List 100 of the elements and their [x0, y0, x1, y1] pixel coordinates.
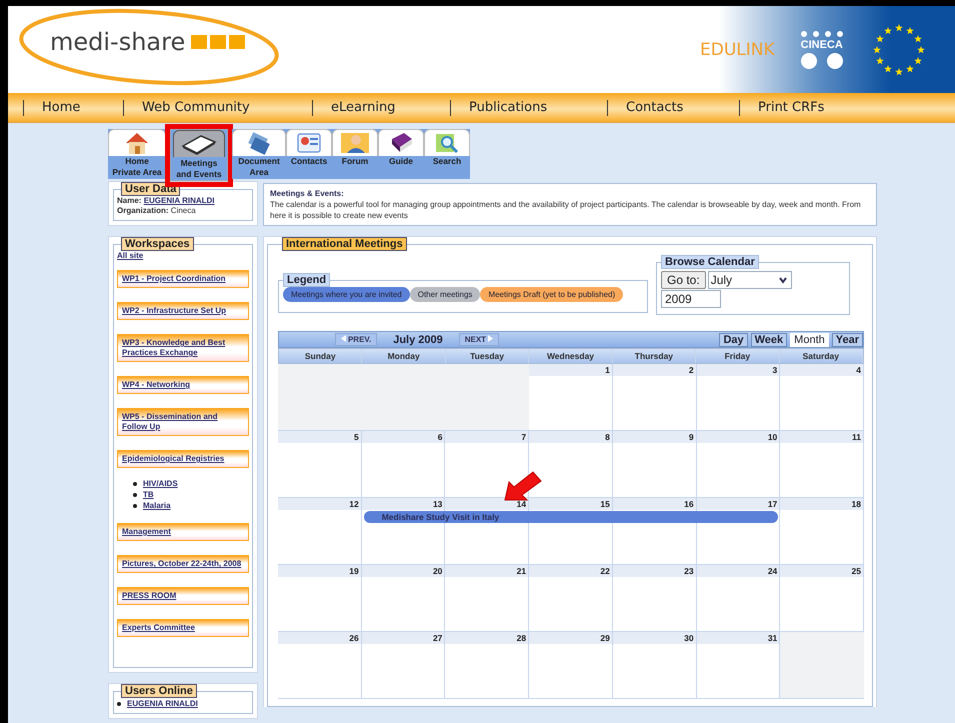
field-value: Cineca [170, 206, 196, 215]
section-title: Meetings & Events: [270, 188, 345, 199]
panel-title: Workspaces [121, 237, 194, 251]
day-number[interactable]: 14 [445, 498, 528, 510]
day-number[interactable]: 30 [612, 632, 696, 644]
workspace-sublink[interactable]: TB [143, 489, 154, 500]
weekday-header: Wednesday [529, 349, 613, 363]
nav-link[interactable]: Web Community [123, 100, 312, 116]
user-name-link[interactable]: EUGENIA RINALDI [144, 196, 215, 205]
day-number[interactable]: 19 [278, 565, 361, 577]
cineca-logo: CINECA [800, 30, 843, 68]
legend-pill: Meetings Draft (yet to be published) [480, 287, 624, 302]
day-number[interactable]: 7 [445, 431, 528, 443]
workspace-link[interactable]: PRESS ROOM [117, 587, 249, 605]
day-number[interactable]: 31 [696, 632, 780, 644]
panel-title: Users Online [121, 684, 197, 698]
bullet-icon [133, 492, 137, 496]
day-number[interactable]: 28 [445, 632, 528, 644]
day-number[interactable]: 13 [362, 498, 444, 510]
house-icon [124, 131, 150, 155]
day-number[interactable]: 11 [780, 431, 863, 443]
workspace-link[interactable]: Management [117, 523, 249, 541]
weekday-header: Thursday [612, 349, 696, 363]
arrow-icon [503, 470, 543, 502]
workspace-link[interactable]: WP4 - Networking [117, 376, 249, 394]
edulink-logo: EDULINK [700, 40, 775, 60]
right-triangle-icon [488, 335, 494, 342]
all-site-link[interactable]: All site [117, 251, 249, 260]
magnifier-icon [434, 131, 460, 155]
day-number[interactable]: 25 [780, 565, 863, 577]
workspace-sublink[interactable]: Malaria [143, 500, 171, 511]
nav-link[interactable]: Home [23, 100, 123, 116]
nav-link[interactable]: Publications [450, 100, 607, 116]
workspace-link[interactable]: Experts Committee [117, 619, 249, 637]
squares-icon [191, 35, 246, 49]
toolbar-tab[interactable]: Meetings and Events [170, 129, 228, 181]
bullet-icon [117, 702, 121, 706]
next-button[interactable]: NEXT [459, 333, 499, 346]
day-number[interactable]: 17 [696, 498, 780, 510]
contact-card-icon [297, 132, 321, 154]
nav-link[interactable]: Contacts [607, 100, 739, 116]
weekday-header: Saturday [780, 349, 863, 363]
view-tab[interactable]: Week [750, 332, 788, 346]
day-number[interactable]: 23 [612, 565, 696, 577]
day-number[interactable]: 22 [529, 565, 612, 577]
view-tab[interactable]: Month [790, 332, 829, 346]
field-label: Organization: [117, 206, 169, 215]
day-number[interactable]: 27 [362, 632, 444, 644]
logo-text: medi-share [50, 28, 186, 56]
browse-title: Browse Calendar [661, 255, 759, 269]
view-tab[interactable]: Day [719, 332, 748, 346]
person-icon [340, 131, 370, 155]
day-number[interactable]: 29 [529, 632, 612, 644]
day-number[interactable]: 24 [696, 565, 780, 577]
month-select[interactable]: July [708, 271, 792, 289]
day-number[interactable]: 6 [362, 431, 444, 443]
panel-title: International Meetings [282, 237, 407, 251]
workspace-link[interactable]: WP3 - Knowledge and Best Practices Exchange [117, 334, 249, 362]
workspace-link[interactable]: WP1 - Project Coordination [117, 270, 249, 288]
workspace-link[interactable]: WP5 - Dissemination and Follow Up [117, 408, 249, 436]
bullet-icon [133, 504, 137, 508]
day-number[interactable]: 8 [529, 431, 612, 443]
toolbar-tab[interactable]: Document Area [232, 129, 286, 179]
workspace-link[interactable]: Pictures, October 22-24th, 2008 [117, 555, 249, 573]
legend-pill: Meetings where you are invited [283, 287, 410, 302]
day-number[interactable]: 18 [780, 498, 863, 510]
day-number[interactable]: 16 [612, 498, 696, 510]
nav-link[interactable]: Print CRFs [739, 100, 909, 116]
day-number[interactable]: 5 [278, 431, 361, 443]
workspace-sublink[interactable]: HIV/AIDS [143, 478, 178, 489]
online-user-link[interactable]: EUGENIA RINALDI [127, 698, 198, 709]
bullet-icon [133, 482, 137, 486]
weekday-header: Tuesday [446, 349, 530, 363]
workspace-link[interactable]: Epidemiological Registries [117, 450, 249, 468]
day-number[interactable]: 21 [445, 565, 528, 577]
calendar-title: July 2009 [392, 334, 444, 346]
day-number[interactable]: 10 [696, 431, 780, 443]
day-number[interactable]: 26 [278, 632, 361, 644]
day-number[interactable]: 15 [529, 498, 612, 510]
day-number[interactable]: 2 [612, 364, 696, 376]
nav-link[interactable]: eLearning [312, 100, 450, 116]
day-number[interactable]: 20 [362, 565, 444, 577]
legend-pill: Other meetings [410, 287, 480, 302]
go-to-button[interactable]: Go to: [661, 271, 706, 289]
weekday-header: Sunday [279, 349, 362, 363]
day-number[interactable]: 9 [612, 431, 696, 443]
logo[interactable]: medi-share [14, 6, 284, 88]
left-triangle-icon [340, 335, 346, 342]
day-number[interactable]: 4 [780, 364, 863, 376]
workspace-link[interactable]: WP2 - Infrastructure Set Up [117, 302, 249, 320]
day-number[interactable]: 1 [529, 364, 612, 376]
legend-title: Legend [283, 273, 330, 287]
year-input[interactable]: 2009 [661, 290, 721, 308]
prev-button[interactable]: PREV. [335, 333, 377, 346]
day-number[interactable]: 3 [696, 364, 780, 376]
weekday-header: Friday [696, 349, 780, 363]
description: The calendar is a powerful tool for managing group appointments and the availability of project participants. The calendar is browseable by day, week and month. From here it is possible to create new events [270, 199, 862, 221]
documents-icon [246, 131, 272, 155]
day-number[interactable]: 12 [278, 498, 361, 510]
view-tab[interactable]: Year [832, 332, 863, 346]
